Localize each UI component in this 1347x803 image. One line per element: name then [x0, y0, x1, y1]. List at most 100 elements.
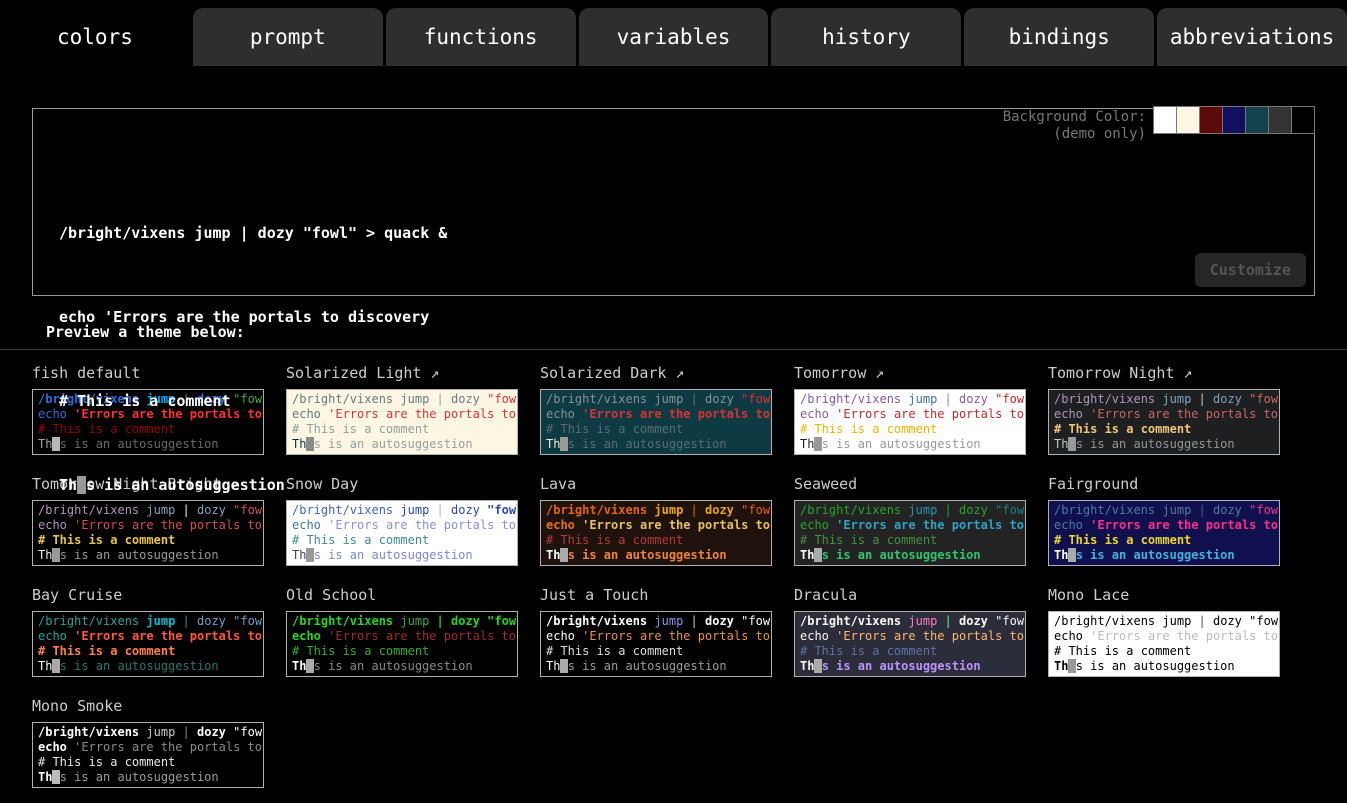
sample-token-echo: echo [38, 740, 67, 754]
theme-title: Dracula [794, 586, 1026, 604]
background-color-label: Background Color: (demo only) [1003, 106, 1146, 143]
sample-token-q2: 'Errors are the portals to discovery [74, 740, 264, 754]
sample-token-suggestion: s is an autosuggestion [60, 659, 219, 673]
tab-variables[interactable]: variables [579, 8, 769, 66]
theme-preview[interactable]: /bright/vixens jump | dozy "fowl" > quac… [1048, 611, 1280, 677]
sample-token-pipe: | [183, 614, 190, 628]
sample-line: /bright/vixens jump | dozy "fowl" > quac… [292, 614, 512, 629]
sample-token-pipe: | [183, 725, 190, 739]
theme-card: Old School/bright/vixens jump | dozy "fo… [286, 586, 518, 677]
sample-token-cmd2: dozy [1213, 614, 1242, 628]
theme-title: Just a Touch [540, 586, 772, 604]
sample-token-q2: 'Errors are the portals to discovery [1090, 629, 1280, 643]
sample-line: # This is a comment [800, 644, 1020, 659]
tab-functions[interactable]: functions [386, 8, 576, 66]
sample-line: This is an autosuggestion [546, 659, 766, 674]
theme-title: Mono Smoke [32, 697, 264, 715]
theme-title: Old School [286, 586, 518, 604]
sample-token-cmd2: dozy [197, 725, 226, 739]
theme-preview[interactable]: /bright/vixens jump | dozy "fowl" > quac… [32, 722, 264, 788]
demo-suggestion-text: s is an autosuggestion [86, 476, 285, 494]
sample-token-comment: # This is a comment [38, 755, 175, 769]
bg-swatch-6[interactable] [1268, 106, 1292, 134]
sample-token-comment: # This is a comment [800, 644, 937, 658]
sample-cursor-block: i [52, 770, 59, 784]
sample-token-suggestion: s is an autosuggestion [568, 659, 727, 673]
sample-line: echo 'Errors are the portals to discover… [800, 629, 1020, 644]
sample-token-typed: Th [1054, 659, 1068, 673]
bg-swatch-3[interactable] [1199, 106, 1223, 134]
sample-token-echo: echo [546, 629, 575, 643]
bg-swatch-7[interactable] [1291, 106, 1315, 134]
sample-token-path: /bright/vixens [38, 614, 139, 628]
tab-colors[interactable]: colors [0, 8, 190, 66]
theme-preview[interactable]: /bright/vixens jump | dozy "fowl" > quac… [286, 611, 518, 677]
sample-token-path: /bright/vixens [38, 725, 139, 739]
sample-line: echo 'Errors are the portals to discover… [38, 629, 258, 644]
sample-token-arg: jump [1162, 614, 1191, 628]
demo-line-command: /bright/vixens jump | dozy "fowl" > quac… [59, 219, 1314, 247]
sample-line: # This is a comment [546, 644, 766, 659]
sample-line: # This is a comment [292, 644, 512, 659]
sample-token-cmd2: dozy [197, 614, 226, 628]
background-color-picker: Background Color: (demo only) [1003, 106, 1315, 143]
sample-line: /bright/vixens jump | dozy "fowl" > quac… [546, 614, 766, 629]
sample-token-arg: jump [908, 614, 937, 628]
tab-prompt[interactable]: prompt [193, 8, 383, 66]
sample-token-arg: jump [146, 725, 175, 739]
sample-token-typed: Th [800, 659, 814, 673]
demo-cursor-block: i [77, 476, 86, 494]
sample-token-arg: jump [146, 614, 175, 628]
sample-token-q2: 'Errors are the portals to discovery [74, 629, 264, 643]
sample-token-q1: "fowl" > quack & [741, 614, 772, 628]
sample-line: /bright/vixens jump | dozy "fowl" > quac… [38, 725, 258, 740]
sample-line: /bright/vixens jump | dozy "fowl" > quac… [38, 614, 258, 629]
demo-line-autosuggestion: This is an autosuggestion [59, 471, 1314, 499]
sample-line: # This is a comment [38, 644, 258, 659]
sample-token-pipe: | [691, 614, 698, 628]
tab-bar: colorspromptfunctionsvariableshistorybin… [0, 0, 1347, 66]
bg-swatch-4[interactable] [1222, 106, 1246, 134]
sample-token-comment: # This is a comment [38, 644, 175, 658]
sample-token-comment: # This is a comment [1054, 644, 1191, 658]
sample-token-echo: echo [1054, 629, 1083, 643]
theme-card: Mono Smoke/bright/vixens jump | dozy "fo… [32, 697, 264, 788]
sample-token-cmd2: dozy [451, 614, 480, 628]
theme-card: Dracula/bright/vixens jump | dozy "fowl"… [794, 586, 1026, 677]
sample-token-q2: 'Errors are the portals to discovery [836, 629, 1026, 643]
theme-preview[interactable]: /bright/vixens jump | dozy "fowl" > quac… [794, 611, 1026, 677]
sample-token-path: /bright/vixens [546, 614, 647, 628]
sample-line: This is an autosuggestion [1054, 659, 1274, 674]
sample-token-typed: Th [546, 659, 560, 673]
bg-swatch-5[interactable] [1245, 106, 1269, 134]
sample-token-arg: jump [400, 614, 429, 628]
sample-token-path: /bright/vixens [292, 614, 393, 628]
sample-line: This is an autosuggestion [38, 770, 258, 785]
sample-cursor-block: i [560, 659, 567, 673]
sample-token-q1: "fowl" > quack & [233, 725, 264, 739]
sample-token-pipe: | [945, 614, 952, 628]
sample-line: echo 'Errors are the portals to discover… [546, 629, 766, 644]
sample-token-echo: echo [292, 629, 321, 643]
sample-cursor-block: i [814, 659, 821, 673]
theme-preview[interactable]: /bright/vixens jump | dozy "fowl" > quac… [32, 611, 264, 677]
sample-token-arg: jump [654, 614, 683, 628]
sample-token-q2: 'Errors are the portals to discovery [582, 629, 772, 643]
demo-line-comment: # This is a comment [59, 387, 1314, 415]
bg-swatch-1[interactable] [1153, 106, 1177, 134]
bg-swatch-2[interactable] [1176, 106, 1200, 134]
sample-line: # This is a comment [1054, 644, 1274, 659]
tab-abbreviations[interactable]: abbreviations [1157, 8, 1347, 66]
sample-token-suggestion: s is an autosuggestion [314, 659, 473, 673]
sample-line: # This is a comment [38, 755, 258, 770]
sample-line: This is an autosuggestion [800, 659, 1020, 674]
sample-line: This is an autosuggestion [292, 659, 512, 674]
sample-token-comment: # This is a comment [292, 644, 429, 658]
sample-token-cmd2: dozy [705, 614, 734, 628]
tab-bindings[interactable]: bindings [964, 8, 1154, 66]
theme-preview[interactable]: /bright/vixens jump | dozy "fowl" > quac… [540, 611, 772, 677]
sample-line: This is an autosuggestion [38, 659, 258, 674]
tab-history[interactable]: history [771, 8, 961, 66]
sample-line: /bright/vixens jump | dozy "fowl" > quac… [1054, 614, 1274, 629]
customize-button[interactable]: Customize [1195, 253, 1306, 287]
